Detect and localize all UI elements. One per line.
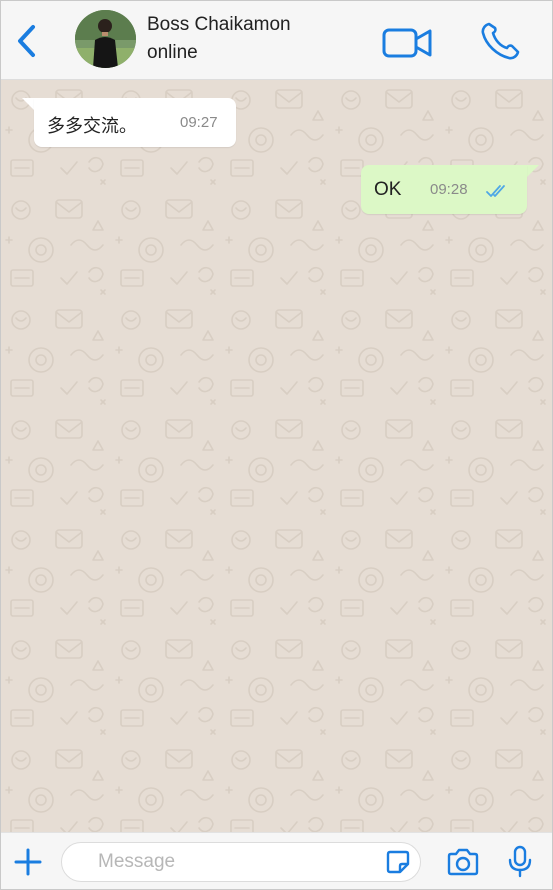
- microphone-icon: [508, 845, 532, 878]
- phone-icon: [481, 22, 520, 60]
- message-text: OK: [374, 179, 402, 200]
- double-check-icon: [486, 185, 505, 197]
- message-time: 09:27: [180, 114, 218, 131]
- contact-name[interactable]: Boss Chaikamon: [147, 14, 291, 36]
- incoming-message[interactable]: 多多交流。 09:27: [34, 98, 236, 147]
- incoming-bubble-tail: [22, 98, 34, 110]
- microphone-button[interactable]: [507, 845, 533, 879]
- message-text: 多多交流。: [47, 116, 137, 137]
- outgoing-bubble-tail: [527, 165, 539, 177]
- video-call-button[interactable]: [382, 25, 434, 61]
- sticker-icon: [386, 850, 410, 874]
- plus-icon: [14, 848, 42, 876]
- chat-screen: Boss Chaikamon online 多多交流。 09:27 OK 09:…: [0, 0, 553, 890]
- chat-header: Boss Chaikamon online: [1, 1, 552, 80]
- camera-button[interactable]: [446, 848, 480, 876]
- back-button[interactable]: [11, 21, 45, 61]
- video-camera-icon: [382, 28, 432, 58]
- contact-status: online: [147, 42, 198, 63]
- avatar[interactable]: [75, 10, 136, 68]
- message-input-wrapper: [61, 842, 421, 882]
- camera-icon: [447, 848, 479, 876]
- message-time: 09:28: [430, 181, 468, 198]
- outgoing-message[interactable]: OK 09:28: [361, 165, 527, 214]
- message-list[interactable]: 多多交流。 09:27 OK 09:28: [1, 80, 552, 832]
- attach-button[interactable]: [13, 847, 43, 877]
- composer-bar: [1, 832, 552, 889]
- sticker-button[interactable]: [385, 849, 411, 875]
- voice-call-button[interactable]: [479, 21, 523, 61]
- message-input[interactable]: [98, 848, 368, 876]
- chevron-left-icon: [18, 25, 35, 57]
